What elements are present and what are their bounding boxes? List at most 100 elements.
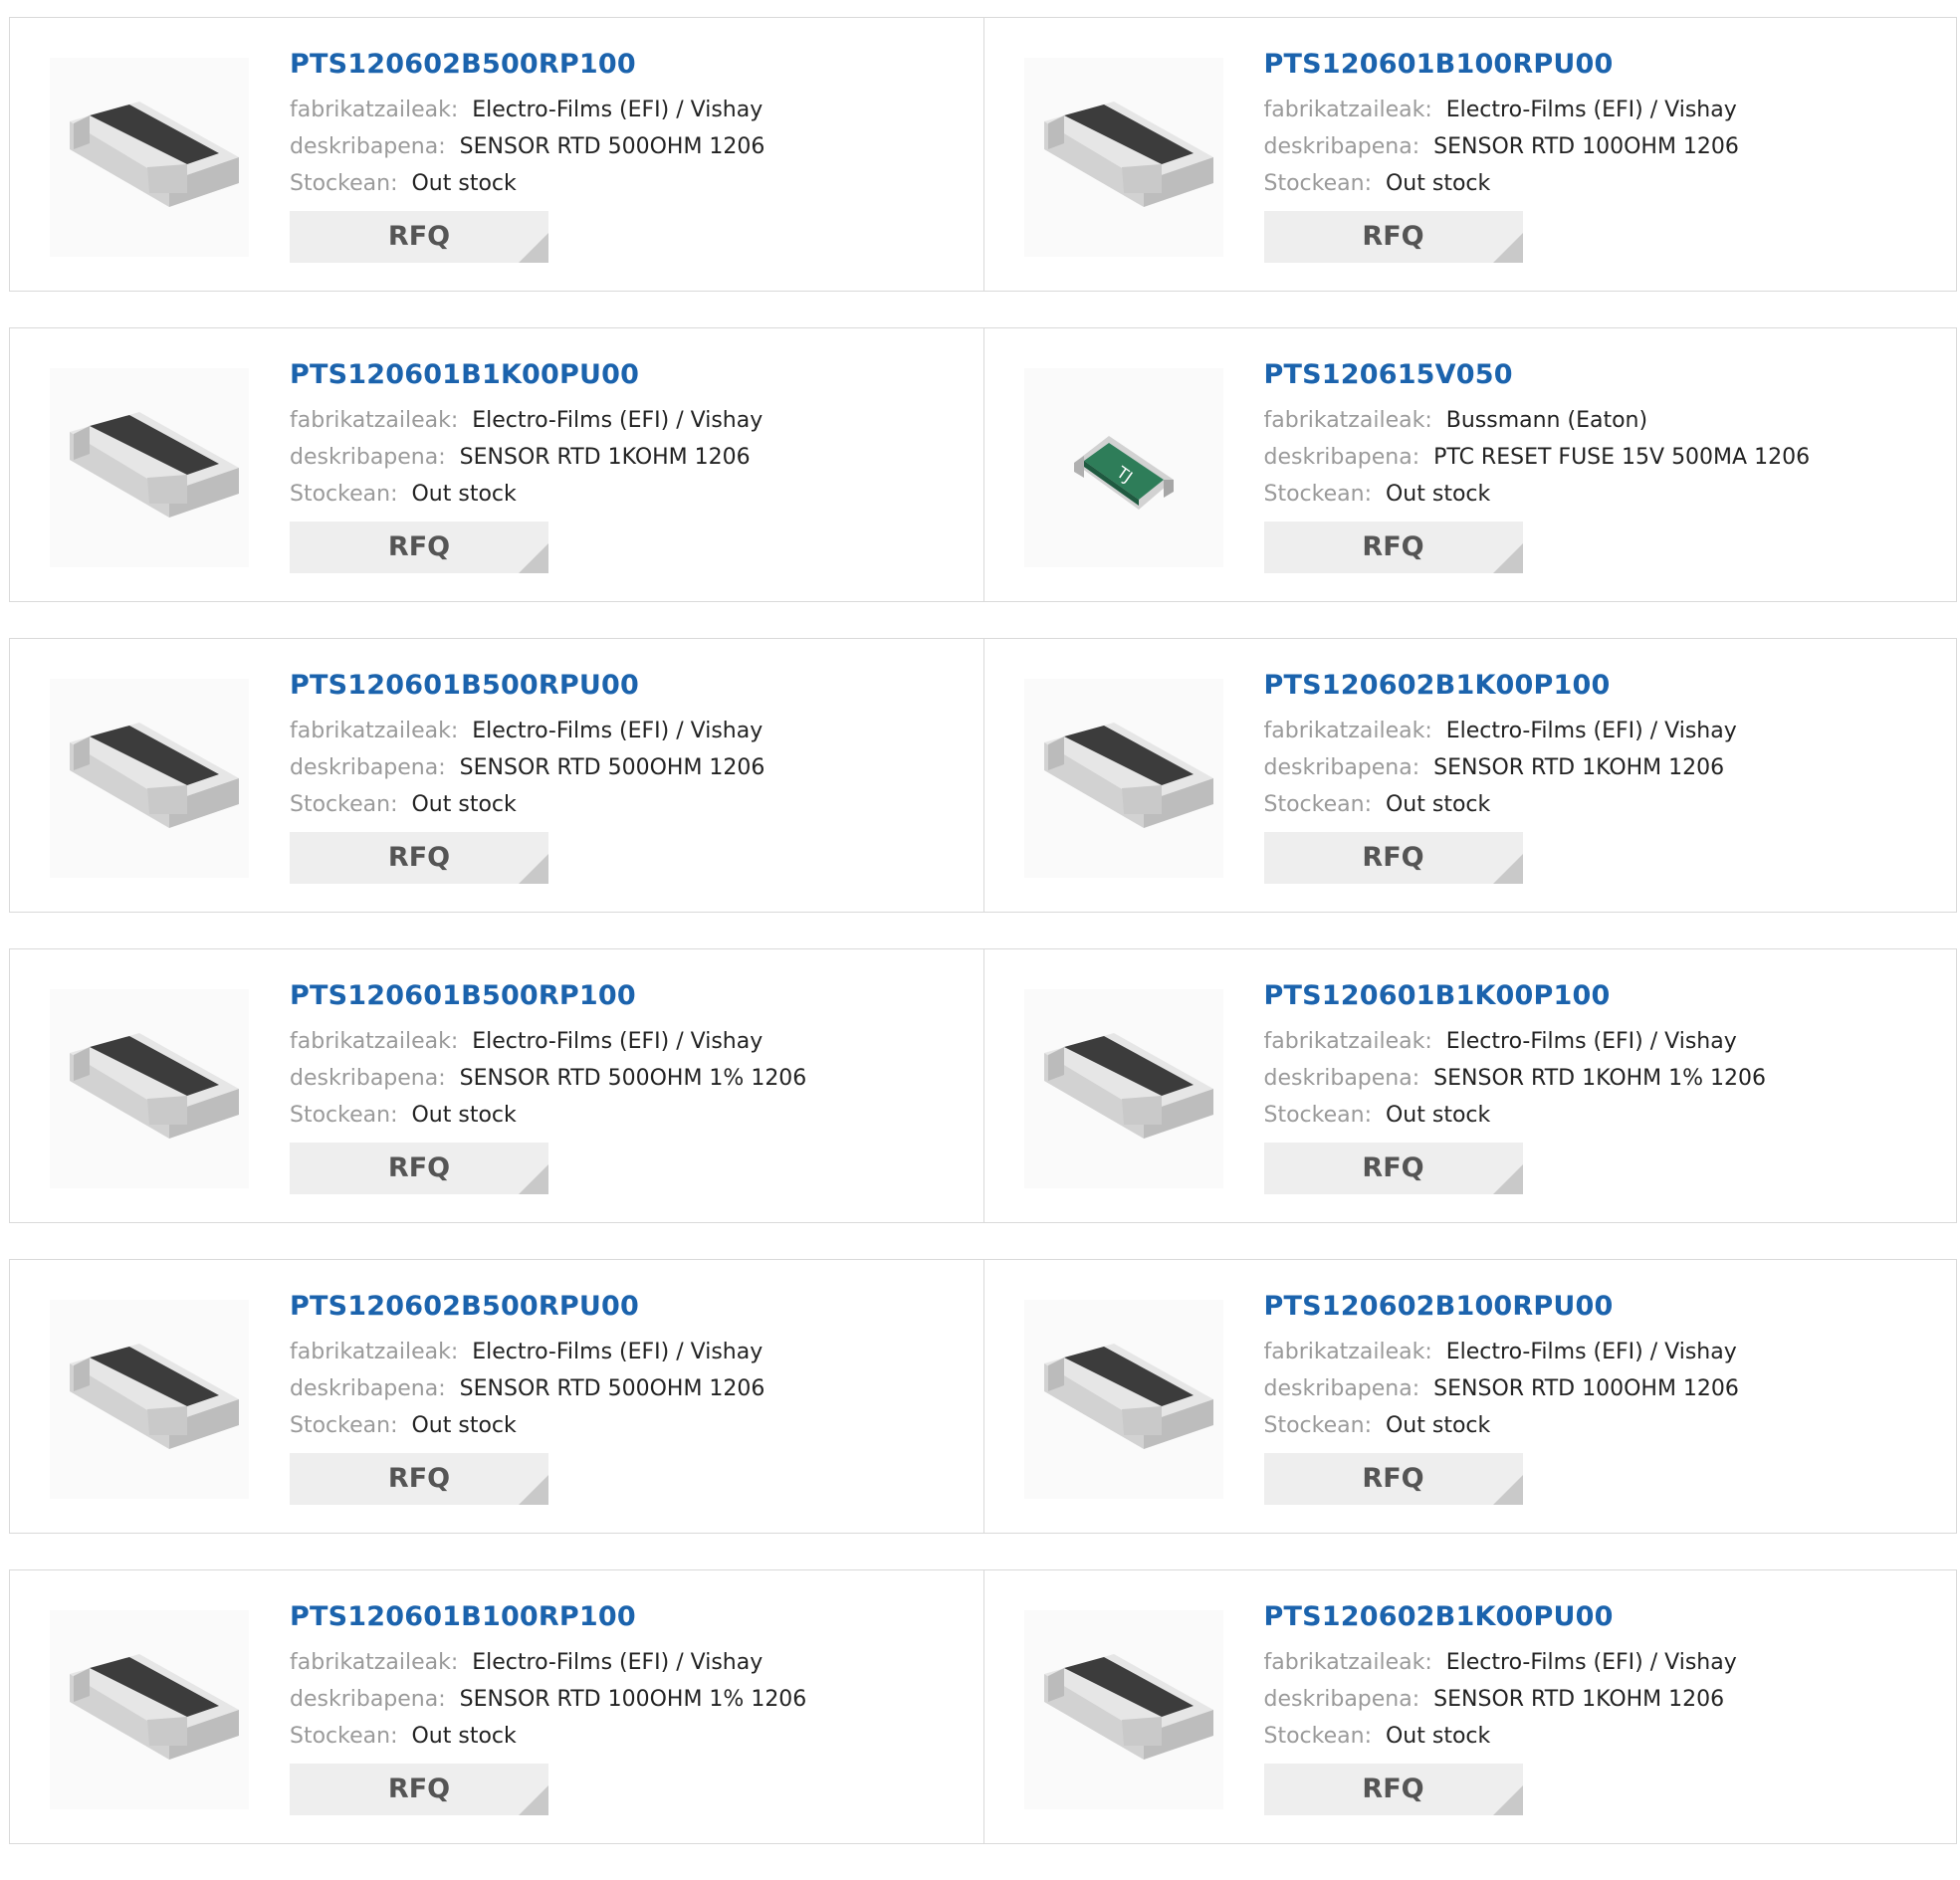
description-label: deskribapena: <box>1263 1687 1420 1712</box>
manufacturer-line: fabrikatzaileak: Electro-Films (EFI) / Vi… <box>1264 1023 1947 1060</box>
description-line: deskribapena: SENSOR RTD 1KOHM 1206 <box>1264 1681 1947 1718</box>
stock-label: Stockean: <box>1263 482 1372 507</box>
stock-label: Stockean: <box>1263 1413 1372 1438</box>
rfq-label: RFQ <box>1362 1152 1424 1183</box>
description-label: deskribapena: <box>290 1066 446 1091</box>
manufacturer-value: Electro-Films (EFI) / Vishay <box>1445 1340 1737 1364</box>
manufacturer-line: fabrikatzaileak: Electro-Films (EFI) / Vi… <box>290 1334 974 1370</box>
corner-triangle-icon <box>519 543 548 573</box>
rfq-button[interactable]: RFQ <box>290 832 548 884</box>
product-card: PTS120602B100RPU00 fabrikatzaileak: Elect… <box>982 1260 1957 1533</box>
stock-value: Out stock <box>411 792 517 817</box>
description-line: deskribapena: SENSOR RTD 500OHM 1% 1206 <box>290 1060 974 1097</box>
product-title-link[interactable]: PTS120601B100RP100 <box>290 1600 974 1634</box>
description-line: deskribapena: SENSOR RTD 1KOHM 1206 <box>290 439 974 476</box>
description-label: deskribapena: <box>1263 755 1420 780</box>
stock-label: Stockean: <box>290 482 398 507</box>
rfq-button[interactable]: RFQ <box>1263 522 1523 573</box>
rfq-button[interactable]: RFQ <box>290 1764 548 1815</box>
rfq-button[interactable]: RFQ <box>290 522 548 573</box>
product-info: PTS120601B1K00P100 fabrikatzaileak: Elect… <box>1263 979 1947 1194</box>
product-image[interactable] <box>1023 679 1223 878</box>
product-row: PTS120602B500RP100 fabrikatzaileak: Elect… <box>9 17 1957 292</box>
corner-triangle-icon <box>1492 233 1523 263</box>
product-card: PTS120602B1K00P100 fabrikatzaileak: Elect… <box>982 639 1957 912</box>
description-label: deskribapena: <box>290 755 446 780</box>
manufacturer-line: fabrikatzaileak: Electro-Films (EFI) / Vi… <box>290 402 974 439</box>
product-image[interactable]: TJ <box>1023 368 1223 567</box>
rfq-button[interactable]: RFQ <box>1263 211 1523 263</box>
product-row: PTS120601B1K00PU00 fabrikatzaileak: Elect… <box>9 327 1957 602</box>
stock-value: Out stock <box>1385 171 1491 196</box>
description-label: deskribapena: <box>290 134 446 159</box>
rfq-button[interactable]: RFQ <box>1263 1453 1523 1505</box>
description-value: SENSOR RTD 1KOHM 1% 1206 <box>1433 1066 1767 1091</box>
description-line: deskribapena: SENSOR RTD 1KOHM 1% 1206 <box>1264 1060 1947 1097</box>
manufacturer-label: fabrikatzaileak: <box>1263 1029 1432 1054</box>
stock-value: Out stock <box>1385 1103 1491 1128</box>
smd-resistor-icon <box>70 102 239 207</box>
product-image[interactable] <box>1023 989 1223 1188</box>
product-image[interactable] <box>50 58 249 257</box>
product-title-link[interactable]: PTS120601B500RPU00 <box>290 669 974 703</box>
rfq-label: RFQ <box>387 1152 451 1183</box>
manufacturer-line: fabrikatzaileak: Electro-Films (EFI) / Vi… <box>1264 1334 1947 1370</box>
product-image[interactable] <box>50 679 249 878</box>
rfq-button[interactable]: RFQ <box>290 211 548 263</box>
rfq-label: RFQ <box>387 531 451 562</box>
corner-triangle-icon <box>519 1785 548 1815</box>
product-title-link[interactable]: PTS120601B500RP100 <box>290 979 974 1013</box>
smd-resistor-icon <box>1043 1033 1213 1139</box>
stock-line: Stockean: Out stock <box>1264 1097 1947 1134</box>
smd-resistor-icon <box>1043 1654 1213 1760</box>
ptc-fuse-icon: TJ <box>1073 436 1174 510</box>
product-title-link[interactable]: PTS120602B1K00PU00 <box>1264 1600 1947 1634</box>
product-title-link[interactable]: PTS120615V050 <box>1264 358 1947 392</box>
rfq-button[interactable]: RFQ <box>1263 1143 1523 1194</box>
rfq-button[interactable]: RFQ <box>1263 832 1523 884</box>
corner-triangle-icon <box>519 233 548 263</box>
description-value: SENSOR RTD 100OHM 1206 <box>1433 134 1739 159</box>
product-image[interactable] <box>1023 58 1223 257</box>
manufacturer-line: fabrikatzaileak: Electro-Films (EFI) / Vi… <box>290 1644 974 1681</box>
product-row: PTS120601B100RP100 fabrikatzaileak: Elect… <box>9 1569 1957 1844</box>
product-image[interactable] <box>50 989 249 1188</box>
product-title-link[interactable]: PTS120602B500RPU00 <box>290 1290 974 1324</box>
product-title-link[interactable]: PTS120601B1K00PU00 <box>290 358 974 392</box>
rfq-label: RFQ <box>387 1463 451 1494</box>
product-info: PTS120602B1K00P100 fabrikatzaileak: Elect… <box>1263 669 1947 884</box>
product-row: PTS120602B500RPU00 fabrikatzaileak: Elect… <box>9 1259 1957 1534</box>
product-title-link[interactable]: PTS120602B500RP100 <box>290 48 974 82</box>
description-line: deskribapena: SENSOR RTD 1KOHM 1206 <box>1264 749 1947 786</box>
smd-resistor-icon <box>70 1344 239 1449</box>
product-image[interactable] <box>1023 1300 1223 1499</box>
corner-triangle-icon <box>519 1475 548 1505</box>
product-image[interactable] <box>1023 1610 1223 1809</box>
stock-line: Stockean: Out stock <box>290 786 974 823</box>
manufacturer-value: Bussmann (Eaton) <box>1445 408 1648 433</box>
description-label: deskribapena: <box>290 445 446 470</box>
rfq-button[interactable]: RFQ <box>290 1143 548 1194</box>
product-title-link[interactable]: PTS120601B1K00P100 <box>1264 979 1947 1013</box>
product-image[interactable] <box>50 368 249 567</box>
product-image[interactable] <box>50 1300 249 1499</box>
rfq-label: RFQ <box>387 842 451 873</box>
product-image[interactable] <box>50 1610 249 1809</box>
rfq-button[interactable]: RFQ <box>290 1453 548 1505</box>
product-card: PTS120601B500RP100 fabrikatzaileak: Elect… <box>10 949 983 1222</box>
product-title-link[interactable]: PTS120602B1K00P100 <box>1264 669 1947 703</box>
rfq-button[interactable]: RFQ <box>1263 1764 1523 1815</box>
corner-triangle-icon <box>1492 1475 1523 1505</box>
stock-label: Stockean: <box>290 171 398 196</box>
corner-triangle-icon <box>1492 854 1523 884</box>
product-card: PTS120601B100RPU00 fabrikatzaileak: Elect… <box>982 18 1957 291</box>
stock-value: Out stock <box>1385 792 1491 817</box>
description-label: deskribapena: <box>1263 445 1420 470</box>
product-title-link[interactable]: PTS120602B100RPU00 <box>1264 1290 1947 1324</box>
product-info: PTS120601B500RPU00 fabrikatzaileak: Elect… <box>290 669 974 884</box>
product-title-link[interactable]: PTS120601B100RPU00 <box>1264 48 1947 82</box>
manufacturer-label: fabrikatzaileak: <box>1263 408 1432 433</box>
stock-value: Out stock <box>1385 1724 1491 1749</box>
stock-label: Stockean: <box>1263 1724 1372 1749</box>
stock-line: Stockean: Out stock <box>290 165 974 202</box>
